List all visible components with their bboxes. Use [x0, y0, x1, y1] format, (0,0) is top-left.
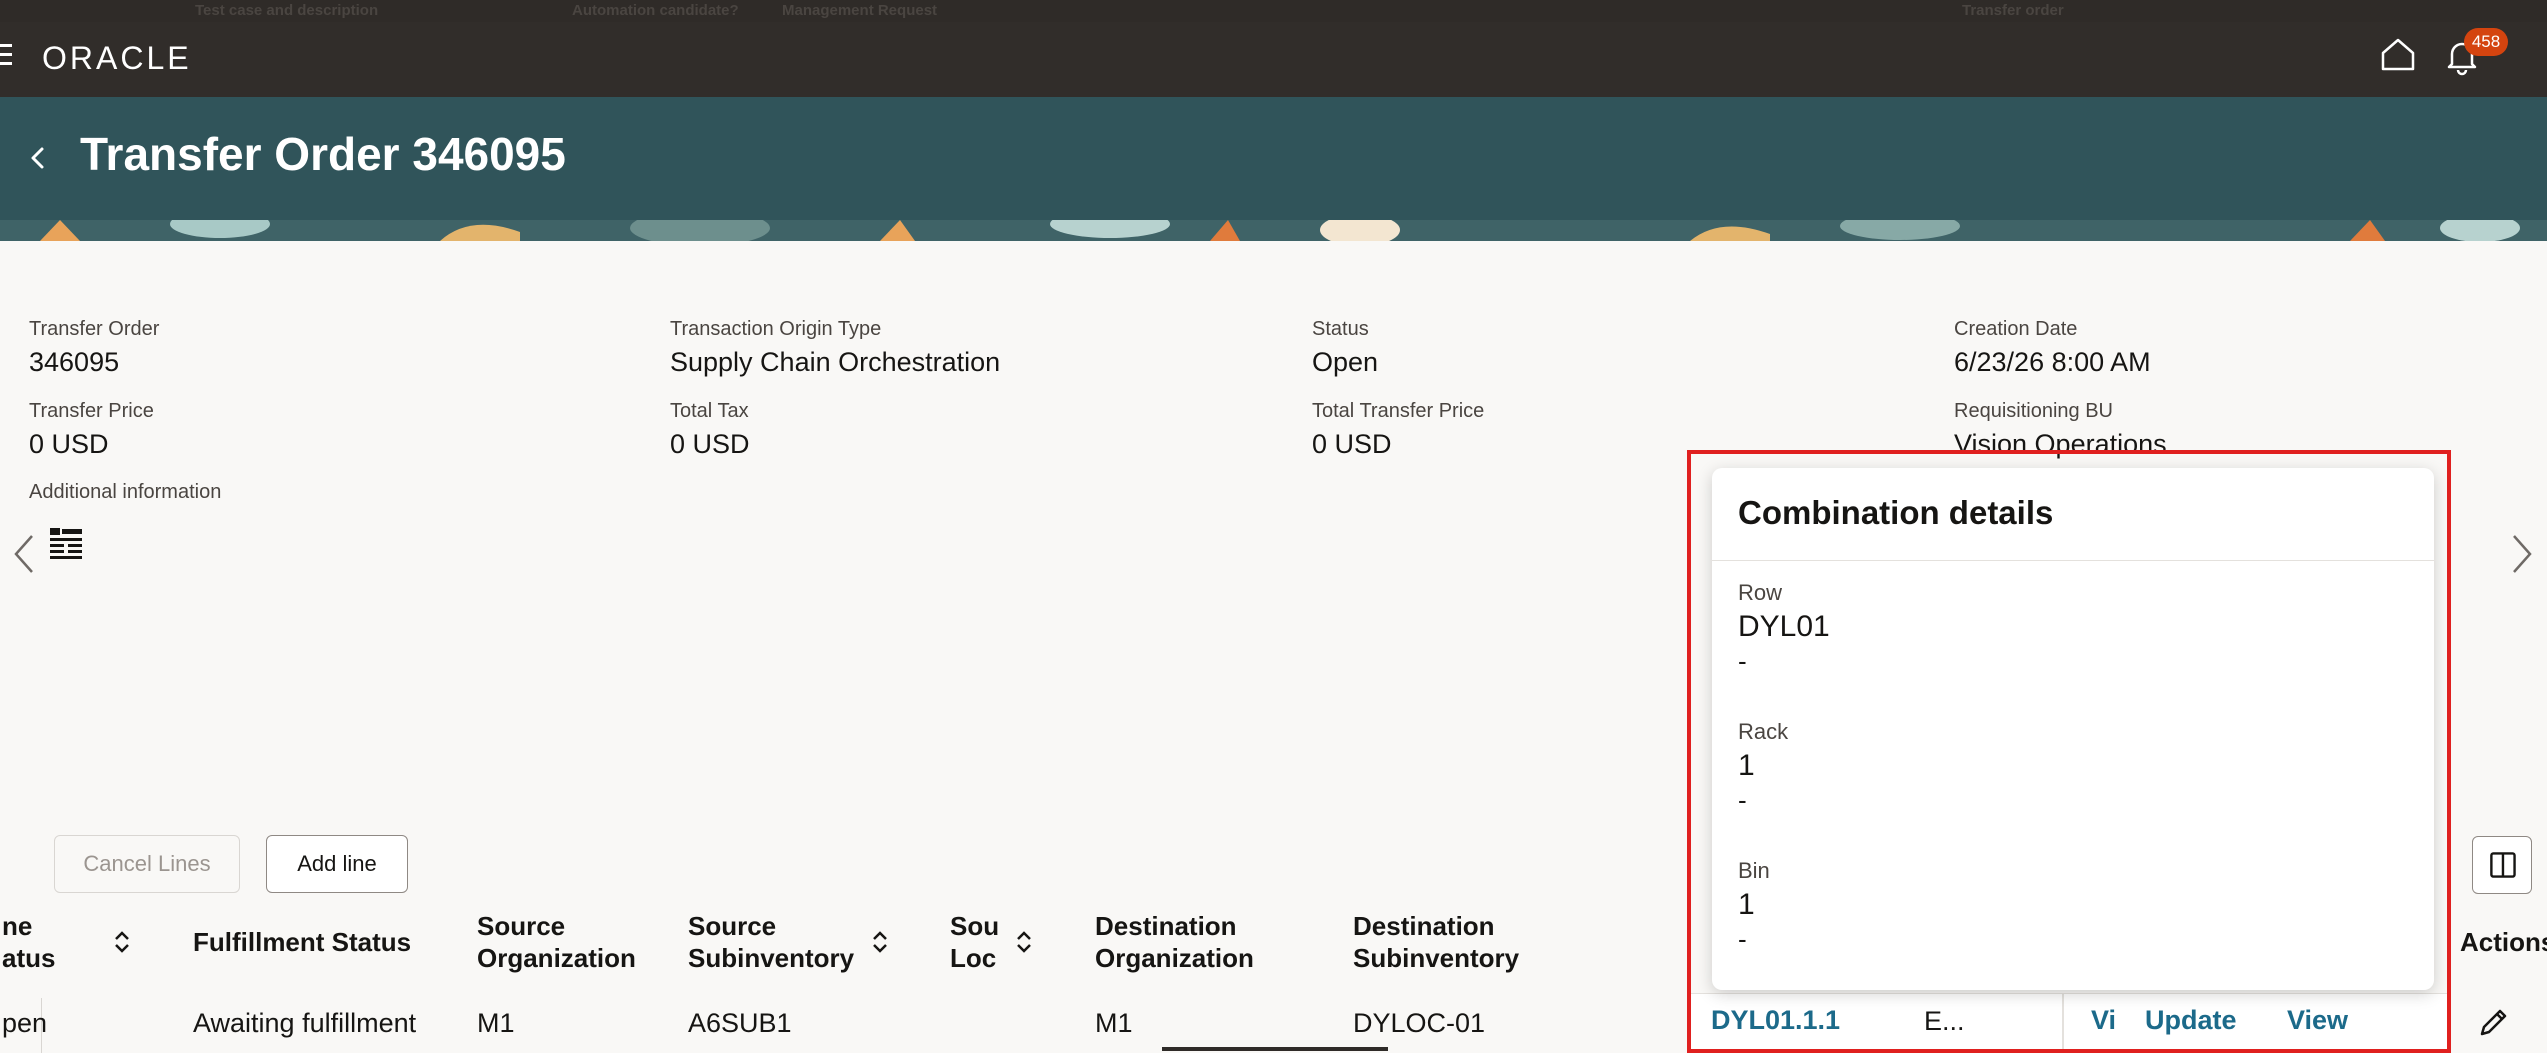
field-value: Open	[1312, 347, 1379, 377]
sort-icon[interactable]	[112, 928, 132, 956]
view-link[interactable]: View	[2287, 1005, 2348, 1036]
header-line: Destination	[1353, 911, 1495, 941]
menu-icon[interactable]	[0, 44, 14, 72]
header-line: atus	[2, 943, 56, 973]
segment-bin: Bin 1 -	[1738, 858, 1770, 955]
segment-description: -	[1738, 924, 1747, 954]
additional-info-icon[interactable]	[48, 526, 84, 562]
update-link[interactable]: Update	[2145, 1005, 2237, 1036]
status-field: Status Open	[1312, 318, 1378, 378]
decorative-banner	[0, 220, 2547, 241]
field-label: Additional information	[29, 481, 222, 503]
transfer-price-field: Transfer Price 0 USD	[29, 400, 154, 460]
page-header: Transfer Order 346095	[0, 97, 2547, 220]
panel-toggle-icon[interactable]	[2472, 836, 2532, 894]
notification-count-badge: 458	[2464, 28, 2508, 56]
home-icon[interactable]	[2378, 34, 2418, 74]
column-header-destination-organization[interactable]: Destination Organization	[1095, 910, 1254, 974]
field-label: Status	[1312, 318, 1369, 340]
ghost-text: Test case and description	[195, 2, 379, 19]
field-label: Creation Date	[1954, 318, 2078, 340]
field-label: Transfer Order	[29, 318, 160, 340]
header-line: Subinventory	[688, 943, 855, 973]
field-label: Requisitioning BU	[1954, 400, 2113, 422]
field-value: 0 USD	[670, 429, 750, 459]
combination-details-popup: Combination details Row DYL01 - Rack 1 -…	[1712, 468, 2434, 990]
segment-value: 1	[1738, 749, 1755, 782]
header-line: Subinventory	[1353, 943, 1520, 973]
field-value: 346095	[29, 347, 120, 377]
cell-truncated: E...	[1924, 1006, 1965, 1036]
next-chevron-icon[interactable]	[2510, 532, 2534, 576]
header-line: Organization	[477, 943, 636, 973]
previous-chevron-icon[interactable]	[12, 532, 36, 576]
ghost-text: Automation candidate?	[572, 2, 739, 19]
cancel-lines-button[interactable]: Cancel Lines	[54, 835, 240, 893]
column-header-source-locator[interactable]: Sou Loc	[950, 910, 999, 974]
segment-description: -	[1738, 646, 1747, 676]
top-ghost-strip: Test case and description Automation can…	[0, 0, 2547, 22]
app-bar: ORACLE 458	[0, 22, 2547, 97]
segment-value: DYL01	[1738, 610, 1830, 643]
field-label: Transfer Price	[29, 400, 154, 422]
column-header-fulfillment-status[interactable]: Fulfillment Status	[193, 926, 411, 958]
popup-divider	[1712, 560, 2434, 561]
field-label: Total Transfer Price	[1312, 400, 1485, 422]
segment-label: Rack	[1738, 719, 1789, 744]
ghost-text: Transfer order	[1962, 2, 2064, 19]
header-line: Source	[688, 911, 777, 941]
locator-link[interactable]: DYL01.1.1	[1711, 1005, 1840, 1036]
page-title: Transfer Order 346095	[80, 128, 566, 180]
segment-row: Row DYL01 -	[1738, 580, 1830, 677]
total-transfer-price-field: Total Transfer Price 0 USD	[1312, 400, 1484, 460]
total-tax-field: Total Tax 0 USD	[670, 400, 750, 460]
creation-date-field: Creation Date 6/23/26 8:00 AM	[1954, 318, 2151, 378]
segment-rack: Rack 1 -	[1738, 719, 1788, 816]
field-value: 6/23/26 8:00 AM	[1954, 347, 2151, 377]
column-header-line-status[interactable]: ne atus	[2, 910, 55, 974]
additional-info-field: Additional information	[29, 481, 221, 504]
column-divider	[2062, 993, 2064, 1049]
cell-source-organization: M1	[477, 1008, 515, 1038]
column-header-destination-subinventory[interactable]: Destination Subinventory	[1353, 910, 1519, 974]
oracle-logo: ORACLE	[42, 40, 192, 76]
row-divider	[1162, 1047, 1388, 1051]
sort-icon[interactable]	[870, 928, 890, 956]
header-line: Organization	[1095, 943, 1254, 973]
cell-destination-organization: M1	[1095, 1008, 1133, 1038]
ghost-text: Management Request	[782, 2, 938, 19]
back-chevron-icon[interactable]	[26, 141, 50, 175]
header-line: Loc	[950, 943, 997, 973]
column-header-source-subinventory[interactable]: Source Subinventory	[688, 910, 854, 974]
segment-label: Bin	[1738, 858, 1770, 883]
column-header-source-organization[interactable]: Source Organization	[477, 910, 636, 974]
popup-title: Combination details	[1738, 494, 2054, 531]
segment-label: Row	[1738, 580, 1783, 605]
cell-fulfillment-status: Awaiting fulfillment	[193, 1008, 417, 1038]
header-line: Source	[477, 911, 566, 941]
field-label: Total Tax	[670, 400, 749, 422]
segment-description: -	[1738, 785, 1747, 815]
field-value: 0 USD	[29, 429, 109, 459]
cell-source-subinventory: A6SUB1	[688, 1008, 792, 1038]
header-line: Sou	[950, 911, 1000, 941]
origin-type-field: Transaction Origin Type Supply Chain Orc…	[670, 318, 1000, 378]
cell-destination-subinventory: DYLOC-01	[1353, 1008, 1486, 1038]
cell-line-status: pen	[2, 1008, 48, 1038]
field-value: 0 USD	[1312, 429, 1392, 459]
vi-link[interactable]: Vi	[2091, 1005, 2116, 1036]
field-value: Supply Chain Orchestration	[670, 347, 1001, 377]
field-label: Transaction Origin Type	[670, 318, 882, 340]
transfer-order-field: Transfer Order 346095	[29, 318, 159, 378]
sort-icon[interactable]	[1014, 928, 1034, 956]
segment-value: 1	[1738, 888, 1755, 921]
header-line: Destination	[1095, 911, 1237, 941]
column-header-actions: Actions	[2460, 927, 2547, 957]
add-line-button[interactable]: Add line	[266, 835, 408, 893]
edit-pencil-icon[interactable]	[2478, 1006, 2510, 1038]
header-line: ne	[2, 911, 33, 941]
